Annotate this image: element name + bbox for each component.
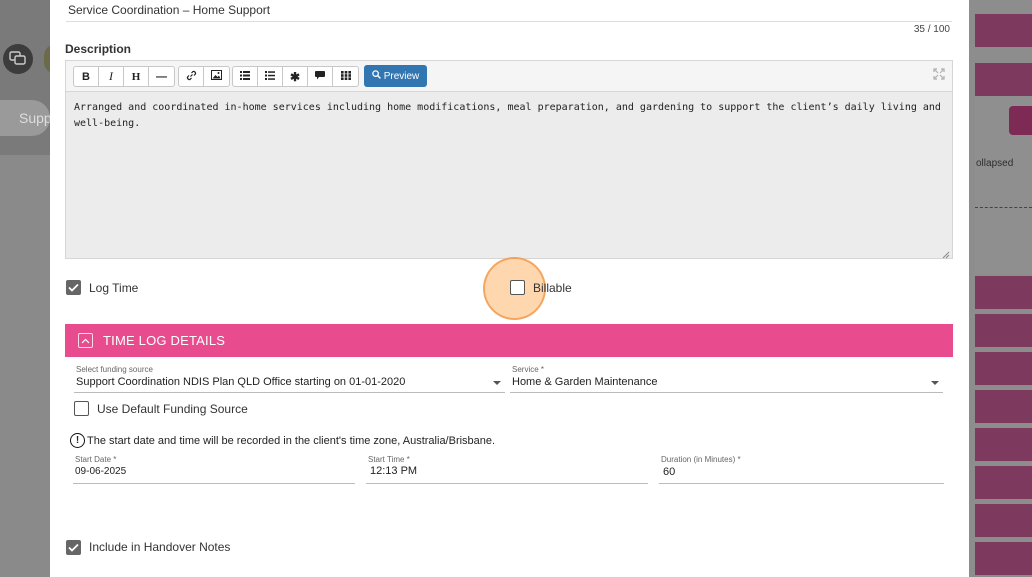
preview-button-label: Preview <box>383 70 420 82</box>
start-date-field[interactable]: Start Date * 09-06-2025 <box>73 455 355 484</box>
duration-value: 60 <box>663 466 676 478</box>
start-time-value: 12:13 PM <box>370 465 418 477</box>
checkmark-icon <box>68 541 79 555</box>
bold-button[interactable]: B <box>74 67 99 86</box>
start-time-label: Start Time * <box>368 455 410 464</box>
heading-button[interactable]: H <box>124 67 149 86</box>
time-log-section-title: TIME LOG DETAILS <box>103 333 226 348</box>
block-group: ✱ <box>232 66 359 87</box>
background-row <box>975 390 1032 423</box>
ordered-list-button[interactable] <box>258 67 283 86</box>
link-button[interactable] <box>179 67 204 86</box>
background-row <box>975 14 1032 47</box>
info-icon: ! <box>70 433 85 448</box>
service-label: Service * <box>512 365 545 374</box>
background-row <box>975 466 1032 499</box>
timezone-note-text: The start date and time will be recorded… <box>87 434 496 447</box>
chevron-up-icon[interactable] <box>78 333 93 348</box>
title-input[interactable]: Service Coordination – Home Support <box>66 0 952 22</box>
unordered-list-button[interactable] <box>233 67 258 86</box>
log-time-label: Log Time <box>89 281 139 295</box>
quote-icon <box>315 70 325 83</box>
billable-label: Billable <box>533 281 572 295</box>
chat-icon <box>3 44 33 74</box>
billable-checkbox[interactable] <box>510 280 525 295</box>
background-row <box>975 428 1032 461</box>
background-divider <box>975 207 1032 208</box>
table-icon <box>340 70 351 83</box>
background-button <box>1009 106 1032 135</box>
resize-handle-icon[interactable] <box>942 248 950 259</box>
background-row <box>975 276 1032 309</box>
use-default-funding-label: Use Default Funding Source <box>97 402 248 416</box>
asterisk-icon: ✱ <box>289 69 301 84</box>
title-char-count: 35 / 100 <box>913 24 950 35</box>
start-date-value: 09-06-2025 <box>75 466 127 477</box>
image-button[interactable] <box>204 67 229 86</box>
italic-button[interactable]: I <box>99 67 124 86</box>
chevron-down-icon <box>493 381 501 385</box>
description-text[interactable]: Arranged and coordinated in-home service… <box>66 92 952 140</box>
fullscreen-icon[interactable] <box>933 68 945 80</box>
list-icon <box>240 70 250 83</box>
insert-group <box>178 66 230 87</box>
handover-notes-checkbox[interactable] <box>66 540 81 555</box>
funding-source-value: Support Coordination NDIS Plan QLD Offic… <box>76 376 406 388</box>
timezone-note: ! The start date and time will be record… <box>70 433 495 448</box>
format-group: B I H — <box>73 66 175 87</box>
service-select[interactable]: Service * Home & Garden Maintenance <box>510 365 943 393</box>
duration-field[interactable]: Duration (in Minutes) * 60 <box>659 455 944 484</box>
service-value: Home & Garden Maintenance <box>512 376 658 388</box>
asterisk-button[interactable]: ✱ <box>283 67 308 86</box>
quote-button[interactable] <box>308 67 333 86</box>
description-label: Description <box>65 42 132 56</box>
log-time-checkbox[interactable] <box>66 280 81 295</box>
ordered-list-icon <box>265 70 275 83</box>
editor-toolbar: B I H — ✱ Preview <box>66 61 952 92</box>
background-collapsed-text: ollapsed <box>976 158 1014 169</box>
table-button[interactable] <box>333 67 358 86</box>
search-icon <box>371 70 381 82</box>
handover-notes-label: Include in Handover Notes <box>89 540 231 554</box>
background-row <box>975 352 1032 385</box>
funding-source-select[interactable]: Select funding source Support Coordinati… <box>74 365 505 393</box>
background-row <box>975 314 1032 347</box>
time-log-section-header[interactable]: TIME LOG DETAILS <box>65 324 953 357</box>
chevron-down-icon <box>931 381 939 385</box>
image-icon <box>211 70 222 83</box>
start-date-label: Start Date * <box>75 455 117 464</box>
start-time-field[interactable]: Start Time * 12:13 PM <box>366 455 648 484</box>
use-default-funding-checkbox[interactable] <box>74 401 89 416</box>
checkmark-icon <box>68 281 79 295</box>
description-editor[interactable]: B I H — ✱ Preview Arranged and coordinat… <box>65 60 953 259</box>
horizontal-rule-button[interactable]: — <box>149 67 174 86</box>
background-row <box>975 542 1032 575</box>
link-icon <box>186 70 197 84</box>
background-row <box>975 504 1032 537</box>
funding-source-label: Select funding source <box>76 365 153 374</box>
background-support-pill: Supp <box>0 100 50 136</box>
background-row <box>975 63 1032 96</box>
preview-button[interactable]: Preview <box>364 65 427 87</box>
duration-label: Duration (in Minutes) * <box>661 455 741 464</box>
